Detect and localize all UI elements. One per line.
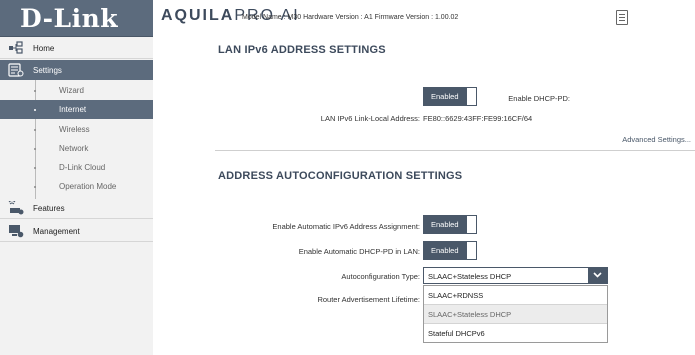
tree-dot (34, 186, 36, 188)
sidebar-item-settings[interactable]: Settings (0, 60, 153, 80)
sidebar-item-features[interactable]: Features (0, 198, 153, 218)
sidebar-subitem-dlink-cloud[interactable]: D-Link Cloud (0, 158, 153, 177)
sidebar-item-label: Features (33, 204, 65, 213)
tree-dot (34, 167, 36, 169)
sidebar-subitem-label: Wireless (59, 125, 90, 134)
sidebar: D-Link Home Settings Wizard Internet Wir… (0, 0, 154, 355)
autoconf-type-label: Autoconfiguration Type: (341, 272, 420, 281)
sidebar-subitem-label: Network (59, 144, 89, 153)
features-icon (8, 201, 24, 215)
link-local-value: FE80::6629:43FF:FE99:16CF/64 (423, 114, 533, 123)
sidebar-subitem-label: Wizard (59, 86, 84, 95)
select-button[interactable] (588, 268, 607, 283)
tree-dot (34, 129, 36, 131)
sidebar-subitem-network[interactable]: Network (0, 139, 153, 158)
logo-text: D-Link (20, 4, 119, 33)
chevron-down-icon (593, 272, 602, 278)
auto-assign-toggle[interactable]: Enabled (423, 215, 477, 234)
autoconf-type-dropdown[interactable]: SLAAC+RDNSS SLAAC+Stateless DHCP Statefu… (423, 285, 608, 343)
tree-dot (34, 90, 36, 92)
dhcp-pd-toggle[interactable]: Enabled (423, 87, 477, 106)
sidebar-subitem-wizard[interactable]: Wizard (0, 81, 153, 100)
auto-dhcp-pd-label: Enable Automatic DHCP-PD in LAN: (298, 247, 420, 256)
sidebar-subitem-internet[interactable]: Internet (0, 100, 153, 119)
dropdown-option[interactable]: SLAAC+Stateless DHCP (424, 304, 607, 323)
sidebar-item-home[interactable]: Home (0, 38, 153, 58)
sidebar-subitem-label: Operation Mode (59, 182, 117, 191)
sidebar-subitem-operation-mode[interactable]: Operation Mode (0, 177, 153, 196)
settings-icon (8, 63, 24, 77)
main-content: LAN IPv6 ADDRESS SETTINGS Enable DHCP-PD… (153, 36, 695, 355)
dlink-logo[interactable]: D-Link (0, 0, 153, 37)
sidebar-item-label: Settings (33, 66, 62, 75)
lan-section-title: LAN IPv6 ADDRESS SETTINGS (218, 44, 386, 56)
advanced-settings-link[interactable]: Advanced Settings... (622, 135, 691, 144)
toggle-knob (466, 87, 477, 106)
ra-lifetime-label: Router Advertisement Lifetime: (317, 295, 420, 304)
sidebar-item-label: Management (33, 227, 80, 236)
auto-assign-label: Enable Automatic IPv6 Address Assignment… (272, 222, 420, 231)
divider (0, 241, 153, 242)
toggle-knob (466, 215, 477, 234)
divider (0, 58, 153, 59)
model-info: Model Name : M30 Hardware Version : A1 F… (242, 14, 459, 21)
auto-dhcp-pd-toggle[interactable]: Enabled (423, 241, 477, 260)
notes-icon[interactable] (616, 10, 628, 25)
divider (0, 218, 153, 219)
dhcp-pd-label: Enable DHCP-PD: (508, 94, 570, 103)
sidebar-subitem-label: Internet (59, 105, 87, 114)
dropdown-option[interactable]: SLAAC+RDNSS (424, 286, 607, 304)
sidebar-item-management[interactable]: Management (0, 221, 153, 241)
toggle-label: Enabled (431, 220, 459, 229)
header: AQUILAPRO AI Model Name : M30 Hardware V… (153, 0, 695, 37)
autoconf-section-title: ADDRESS AUTOCONFIGURATION SETTINGS (218, 170, 463, 182)
management-icon (9, 225, 24, 238)
toggle-knob (466, 241, 477, 260)
toggle-label: Enabled (431, 246, 459, 255)
home-network-icon (9, 41, 23, 54)
option-label: SLAAC+RDNSS (428, 291, 484, 300)
toggle-label: Enabled (431, 92, 459, 101)
sidebar-item-label: Home (33, 44, 55, 53)
brand-bold: AQUILA (161, 7, 235, 24)
option-label: Stateful DHCPv6 (428, 329, 485, 338)
dropdown-option[interactable]: Stateful DHCPv6 (424, 323, 607, 342)
tree-dot (34, 148, 36, 150)
select-value: SLAAC+Stateless DHCP (428, 272, 512, 281)
sidebar-subitem-label: D-Link Cloud (59, 163, 106, 172)
sidebar-subitem-wireless[interactable]: Wireless (0, 120, 153, 139)
autoconf-type-select[interactable]: SLAAC+Stateless DHCP (423, 267, 608, 284)
option-label: SLAAC+Stateless DHCP (428, 310, 512, 319)
link-local-label: LAN IPv6 Link-Local Address: (320, 114, 420, 123)
tree-dot (34, 109, 36, 111)
section-divider (215, 150, 695, 151)
